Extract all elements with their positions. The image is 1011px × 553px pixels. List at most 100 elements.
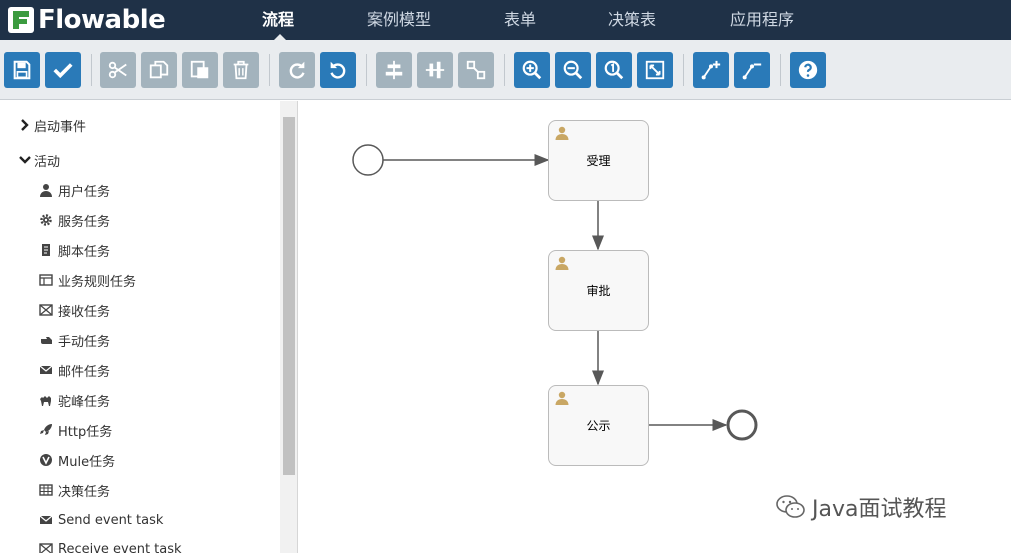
redo-icon <box>289 61 305 79</box>
nav-tab-case-model[interactable]: 案例模型 <box>367 0 431 40</box>
palette-item-receive-task[interactable]: 接收任务 <box>38 300 110 320</box>
user-icon <box>39 184 52 197</box>
add-bendpoint-icon <box>701 60 721 80</box>
start-event[interactable] <box>352 144 384 176</box>
palette-item-label: 脚本任务 <box>58 244 111 260</box>
remove-bendpoint-button[interactable] <box>734 52 770 88</box>
palette-group-start-events[interactable]: 启动事件 <box>18 115 86 135</box>
palette-item-decision-task[interactable]: 决策任务 <box>38 480 110 500</box>
undo-icon <box>330 61 346 79</box>
same-size-button[interactable] <box>458 52 494 88</box>
user-task-publicize[interactable]: 公示 <box>548 385 649 466</box>
zoom-fit-button[interactable] <box>637 52 673 88</box>
palette-item-label: Send event task <box>58 512 164 528</box>
palette-item-label: 用户任务 <box>58 184 111 200</box>
diagram-canvas[interactable]: 受理 审批 公示 Java面试教程 <box>298 101 1011 553</box>
palette-item-label: 业务规则任务 <box>58 274 137 290</box>
palette-scrollbar-thumb[interactable] <box>283 117 295 475</box>
nav-tab-apps[interactable]: 应用程序 <box>730 0 794 40</box>
palette-item-mule-task[interactable]: Mule任务 <box>38 450 115 470</box>
palette-item-service-task[interactable]: 服务任务 <box>38 210 110 230</box>
palette-item-send-event-task[interactable]: Send event task <box>38 510 163 530</box>
cut-button[interactable] <box>100 52 136 88</box>
same-size-icon <box>466 60 486 80</box>
cut-icon <box>108 61 127 79</box>
table-icon <box>38 274 53 286</box>
copy-button[interactable] <box>141 52 177 88</box>
palette-item-http-task[interactable]: Http任务 <box>38 420 112 440</box>
chevron-down-icon <box>19 156 31 164</box>
align-horizontal-button[interactable] <box>417 52 453 88</box>
wechat-icon <box>776 495 805 518</box>
zoom-in-button[interactable] <box>514 52 550 88</box>
envelope-icon <box>39 365 52 374</box>
zoom-fit-icon <box>645 60 665 80</box>
palette-group-activities[interactable]: 活动 <box>18 150 60 170</box>
palette-item-label: 服务任务 <box>58 214 111 230</box>
help-icon <box>798 60 818 80</box>
shape-palette: 启动事件 活动 用户任务 服务任务 脚本任务 业务规则任务 接收任务 手动任务 … <box>0 101 298 553</box>
align-horizontal-icon <box>425 61 445 79</box>
palette-item-label: Http任务 <box>58 424 113 440</box>
envelope-icon <box>39 515 52 524</box>
toolbar-separator <box>366 54 367 86</box>
task-label: 受理 <box>586 154 611 168</box>
end-event[interactable] <box>726 409 758 441</box>
envelope-open-icon <box>38 543 53 553</box>
add-bendpoint-button[interactable] <box>693 52 729 88</box>
diagram-flows <box>352 144 758 441</box>
palette-item-manual-task[interactable]: 手动任务 <box>38 330 110 350</box>
palette-item-camel-task[interactable]: 驼峰任务 <box>38 390 110 410</box>
mule-icon <box>39 454 52 466</box>
toolbar-separator <box>269 54 270 86</box>
palette-item-business-rule-task[interactable]: 业务规则任务 <box>38 270 136 290</box>
editor-toolbar <box>0 40 1011 100</box>
chevron-right-icon <box>21 119 29 131</box>
zoom-actual-button[interactable] <box>596 52 632 88</box>
toolbar-separator <box>91 54 92 86</box>
remove-bendpoint-icon <box>742 63 762 80</box>
palette-item-label: Receive event task <box>58 541 182 553</box>
palette-group-label: 启动事件 <box>34 119 87 135</box>
save-button[interactable] <box>4 52 40 88</box>
help-button[interactable] <box>790 52 826 88</box>
script-icon <box>41 244 50 256</box>
align-vertical-button[interactable] <box>376 52 412 88</box>
save-icon <box>13 60 31 80</box>
redo-button[interactable] <box>279 52 315 88</box>
paste-icon <box>190 60 209 79</box>
table-icon <box>38 484 53 496</box>
zoom-in-icon <box>522 60 542 80</box>
zoom-out-button[interactable] <box>555 52 591 88</box>
palette-item-mail-task[interactable]: 邮件任务 <box>38 360 110 380</box>
nav-tab-decision-tables[interactable]: 决策表 <box>608 0 656 40</box>
top-navigation: Flowable 流程 案例模型 表单 决策表 应用程序 <box>0 0 1011 40</box>
task-label: 审批 <box>586 284 611 298</box>
zoom-out-icon <box>563 60 583 80</box>
nav-tab-forms[interactable]: 表单 <box>504 0 536 40</box>
validate-check-icon <box>53 63 73 79</box>
palette-item-script-task[interactable]: 脚本任务 <box>38 240 110 260</box>
flowable-logo[interactable]: Flowable <box>8 5 166 35</box>
palette-item-label: 决策任务 <box>58 484 111 500</box>
task-label: 公示 <box>586 419 611 433</box>
user-task-accept[interactable]: 受理 <box>548 120 649 201</box>
delete-icon <box>233 60 249 80</box>
palette-item-user-task[interactable]: 用户任务 <box>38 180 110 200</box>
delete-button[interactable] <box>223 52 259 88</box>
palette-item-label: Mule任务 <box>58 454 116 470</box>
copy-icon <box>149 60 169 79</box>
user-task-approve[interactable]: 审批 <box>548 250 649 331</box>
zoom-actual-icon <box>604 60 624 80</box>
rocket-icon <box>39 424 52 435</box>
palette-item-receive-event-task[interactable]: Receive event task <box>38 539 182 553</box>
flowable-logo-icon <box>8 7 34 33</box>
palette-item-label: 驼峰任务 <box>58 394 111 410</box>
validate-button[interactable] <box>45 52 81 88</box>
palette-item-label: 接收任务 <box>58 304 111 320</box>
undo-button[interactable] <box>320 52 356 88</box>
toolbar-separator <box>780 54 781 86</box>
hand-icon <box>40 337 52 344</box>
paste-button[interactable] <box>182 52 218 88</box>
camel-icon <box>39 396 51 406</box>
